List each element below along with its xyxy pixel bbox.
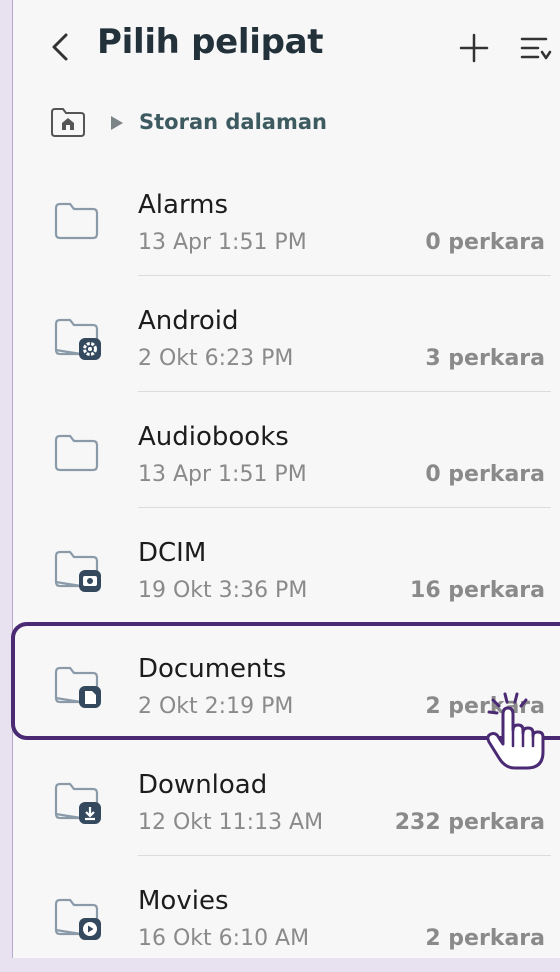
folder-row-movies[interactable]: Movies 16 Okt 6:10 AM 2 perkara [13,856,560,972]
breadcrumb: Storan dalaman [49,106,529,146]
page-title: Pilih pelipat [97,22,324,62]
folder-row-android[interactable]: Android 2 Okt 6:23 PM 3 perkara [13,276,560,392]
folder-name: Alarms [138,190,229,220]
folder-date: 13 Apr 1:51 PM [138,230,307,255]
folder-name: Android [138,306,239,336]
folder-row-dcim[interactable]: DCIM 19 Okt 3:36 PM 16 perkara [13,508,560,624]
folder-name: DCIM [138,538,207,568]
sort-icon[interactable] [518,30,554,66]
folder-picker-panel: Pilih pelipat Storan dalaman Alarms 13 A… [11,0,560,958]
folder-row-alarms[interactable]: Alarms 13 Apr 1:51 PM 0 perkara [13,160,560,276]
folder-date: 19 Okt 3:36 PM [138,578,308,603]
folder-row-audiobooks[interactable]: Audiobooks 13 Apr 1:51 PM 0 perkara [13,392,560,508]
folder-count: 0 perkara [425,462,545,487]
add-folder-icon[interactable] [456,30,492,66]
header: Pilih pelipat [13,0,560,96]
folder-row-download[interactable]: Download 12 Okt 11:13 AM 232 perkara [13,740,560,856]
folder-count: 0 perkara [425,230,545,255]
folder-date: 13 Apr 1:51 PM [138,462,307,487]
folder-camera-icon [54,550,101,592]
breadcrumb-storage[interactable]: Storan dalaman [139,110,327,134]
folder-name: Movies [138,886,229,916]
folder-name: Audiobooks [138,422,289,452]
home-folder-icon[interactable] [49,106,87,138]
folder-document-icon [54,666,101,708]
folder-icon [54,202,99,240]
folder-date: 12 Okt 11:13 AM [138,810,324,835]
folder-count: 2 perkara [425,926,545,951]
folder-count: 3 perkara [425,346,545,371]
folder-icon [54,434,99,472]
folder-row-documents[interactable]: Documents 2 Okt 2:19 PM 2 perkara [13,624,560,740]
folder-count: 16 perkara [410,578,545,603]
folder-settings-icon [54,318,101,360]
folder-download-icon [54,782,101,824]
folder-name: Download [138,770,268,800]
folder-name: Documents [138,654,287,684]
folder-play-icon [54,898,101,940]
folder-date: 2 Okt 2:19 PM [138,694,294,719]
pointer-hand-icon [486,692,545,770]
folder-date: 16 Okt 6:10 AM [138,926,310,951]
folder-date: 2 Okt 6:23 PM [138,346,294,371]
folder-count: 232 perkara [394,810,545,835]
chevron-right-icon [111,116,123,130]
back-arrow-icon[interactable] [46,27,76,67]
